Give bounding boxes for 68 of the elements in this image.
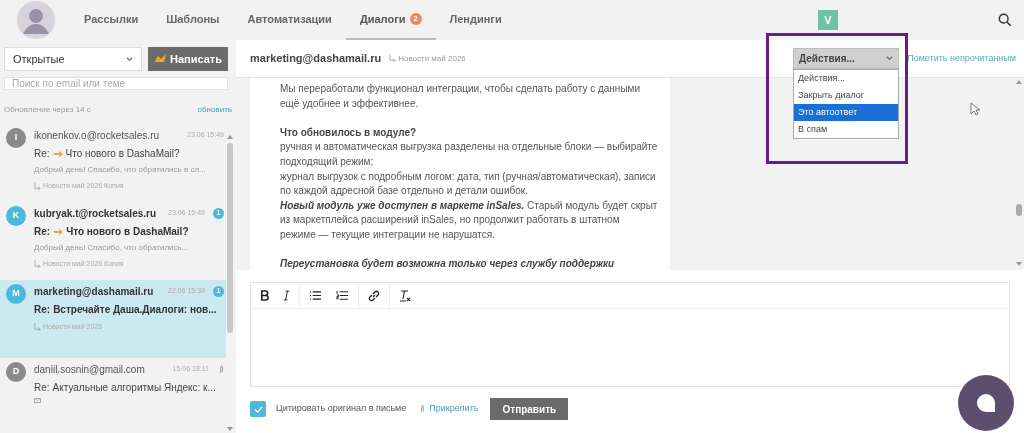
checkmark-icon <box>253 405 263 413</box>
menu-option[interactable]: Действия... <box>794 70 898 87</box>
body-text: ручная и автоматическая выгрузка разделены на отдельные блоки — выбирайте подходящий режим; <box>280 140 658 169</box>
subject-prefix: Re: <box>34 381 50 395</box>
attach-link[interactable]: Прикрепить <box>429 402 479 416</box>
avatar-initial: I <box>6 128 26 148</box>
nav-tab[interactable]: Рассылки <box>70 0 153 40</box>
scrollbar[interactable] <box>226 133 234 433</box>
mark-unread-link[interactable]: Пометить непрочитанным <box>907 51 1016 66</box>
dialog-subject: Что нового в DashaMail? <box>65 147 180 161</box>
bulleted-list-icon[interactable] <box>309 290 322 301</box>
corner-arrow-icon <box>34 181 41 191</box>
conversation-email: marketing@dashamail.ru <box>250 51 382 67</box>
checkbox-label: Цитировать оригинал в письме <box>276 402 407 416</box>
nav-tab[interactable]: Шаблоны <box>152 0 234 40</box>
section-heading: Что обновилось в модуле? <box>280 125 418 140</box>
sender-email: daniil.sosnin@gmail.com <box>34 363 145 377</box>
corner-arrow-icon <box>34 322 41 332</box>
filter-dropdown[interactable]: Открытые <box>4 47 142 71</box>
menu-option[interactable]: Закрыть диалог <box>794 87 898 104</box>
dialog-preview: Добрый день! Спасибо, что обратились... <box>34 242 190 254</box>
sender-email: kubryak.t@rocketsales.ru <box>34 207 157 221</box>
menu-option[interactable]: В спам <box>794 121 898 138</box>
search-icon[interactable] <box>998 13 1012 27</box>
chat-button[interactable] <box>957 374 1015 432</box>
paperclip-icon <box>420 404 426 414</box>
clear-format-icon[interactable] <box>399 289 411 302</box>
nav-tab[interactable]: Лендинги <box>435 0 516 40</box>
dialog-subject: Встречайте Даша.Диалоги: нов... <box>53 303 217 317</box>
paperclip-icon <box>219 365 224 374</box>
search-field[interactable]: Поиск по email или теме <box>4 77 228 90</box>
count-badge: 2 <box>409 13 422 25</box>
avatar-initial: M <box>6 284 26 304</box>
send-button[interactable]: Отправить <box>490 398 569 420</box>
nav-tab[interactable]: Автоматизации <box>233 0 346 40</box>
scrollbar[interactable] <box>1015 78 1023 268</box>
caret-icon <box>886 56 893 61</box>
menu-option[interactable]: Это автоответ <box>794 104 898 121</box>
emphasis-text: Переустановка будет возможна только через службу поддержки <box>280 257 616 270</box>
body-text: журнал выгрузок с подробным логом: дата, тип (ручная/автоматическая), записи по каждой адресной базе отдельно и детали ошибок. <box>280 169 657 199</box>
avatar-initial: D <box>6 362 26 382</box>
dialog-subject: Актуальные алгоритмы Яндекс: к... <box>52 381 216 395</box>
refresh-link[interactable]: обновить <box>197 104 232 116</box>
bold-icon[interactable] <box>260 290 269 301</box>
avatar-initial: K <box>6 206 26 226</box>
corner-arrow-icon <box>34 259 41 269</box>
avatar-icon <box>16 0 56 40</box>
sender-email: ikonenkov.o@rocketsales.ru <box>34 129 160 143</box>
link-icon[interactable] <box>368 289 380 302</box>
italic-icon[interactable] <box>283 290 290 301</box>
caret-icon <box>126 56 133 62</box>
subject-prefix: Re: <box>34 303 51 317</box>
corner-arrow-icon <box>389 54 397 63</box>
body-text: Новый модуль уже доступен в маркете inSales. Старый модуль будет скрыт из маркетплейса расширений inSales, но продолжит работать в штатном режиме — текущие интеграции не нарушатся. <box>280 198 658 242</box>
subject-prefix: Re: <box>34 147 50 161</box>
numbered-list-icon[interactable] <box>336 290 349 301</box>
dialog-preview: Добрый день! Спасибо, что обратились в сл... <box>34 164 207 176</box>
refresh-note: Обновление через 14 с <box>4 104 91 116</box>
cursor-icon <box>970 102 980 116</box>
subject-prefix: Re: <box>34 225 51 239</box>
body-text: Мы переработали функционал интеграции, чтобы сделать работу с данными ещё удобнее и эффективнее. <box>280 82 642 111</box>
write-button[interactable]: Написать <box>148 47 228 71</box>
sender-email: marketing@dashamail.ru <box>34 285 154 299</box>
campaign-name: Новости май 2026 <box>398 52 466 65</box>
checkbox[interactable] <box>250 401 266 417</box>
envelope-icon <box>34 398 41 403</box>
actions-dropdown[interactable]: Действия... <box>793 48 899 69</box>
dialog-subject: Что нового в DashaMail? <box>66 225 189 239</box>
